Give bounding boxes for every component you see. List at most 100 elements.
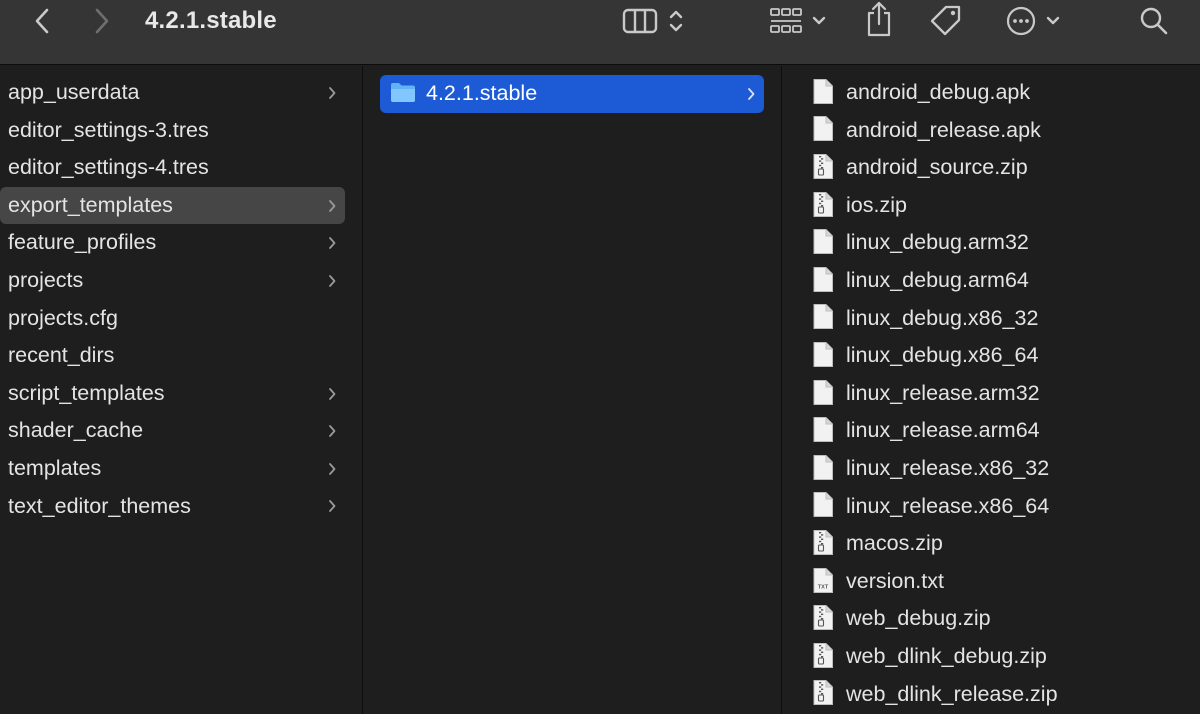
item-name: android_debug.apk [846, 80, 1031, 104]
item-name: android_source.zip [846, 155, 1028, 180]
txt-icon: TXT [813, 567, 833, 593]
file-row[interactable]: android_source.zip [782, 149, 1200, 187]
folder-row[interactable]: script_templates [0, 375, 345, 413]
toolbar: 4.2.1.stable [0, 0, 1200, 65]
document-icon [813, 492, 833, 518]
item-name: script_templates [8, 380, 165, 405]
ellipsis-circle-icon [1006, 6, 1036, 36]
document-icon [813, 304, 833, 330]
folder-row[interactable]: templates [0, 450, 345, 488]
document-icon [813, 78, 833, 104]
view-mode-button[interactable] [618, 4, 690, 38]
folder-row[interactable]: shader_cache [0, 412, 345, 450]
folder-row[interactable]: feature_profiles [0, 224, 345, 262]
more-actions-button[interactable] [1000, 4, 1066, 38]
file-row[interactable]: macos.zip [782, 525, 1200, 563]
item-name: templates [8, 455, 102, 480]
finder-window: 4.2.1.stable app_userdata editor_setting… [0, 0, 1200, 714]
file-row[interactable]: linux_release.x86_64 [782, 488, 1200, 526]
item-name: linux_debug.x86_32 [846, 305, 1039, 330]
file-row[interactable]: projects.cfg [0, 300, 345, 338]
disclosure-chevron [327, 488, 337, 526]
file-row[interactable]: linux_debug.x86_32 [782, 300, 1200, 338]
file-list: android_debug.apk android_release.apkandr… [782, 66, 1200, 713]
chevron-left-icon [35, 8, 49, 34]
column-view-icon [622, 8, 658, 34]
zip-icon [813, 529, 833, 555]
chevron-right-icon [329, 387, 336, 400]
item-name: shader_cache [8, 418, 144, 443]
zip-icon [813, 642, 833, 668]
tag-button[interactable] [926, 2, 966, 38]
item-name: editor_settings-4.tres [8, 155, 209, 180]
file-row[interactable]: TXT version.txt [782, 563, 1200, 601]
file-row[interactable]: linux_release.x86_32 [782, 450, 1200, 488]
document-icon [813, 379, 833, 405]
chevron-right-icon [95, 8, 109, 34]
search-button[interactable] [1136, 4, 1172, 38]
folder-row[interactable]: 4.2.1.stable [380, 75, 764, 113]
chevron-right-icon [748, 87, 755, 100]
group-button[interactable] [765, 4, 831, 38]
item-name: 4.2.1.stable [426, 81, 538, 105]
folder-row[interactable]: projects [0, 262, 345, 300]
item-name: version.txt [846, 568, 944, 593]
file-row[interactable]: editor_settings-3.tres [0, 112, 345, 150]
disclosure-chevron [327, 187, 337, 225]
folder-row[interactable]: text_editor_themes [0, 488, 345, 526]
document-icon [813, 454, 833, 480]
file-row[interactable]: editor_settings-4.tres [0, 149, 345, 187]
document-icon [813, 417, 833, 443]
file-row[interactable]: linux_debug.x86_64 [782, 337, 1200, 375]
item-name: feature_profiles [8, 230, 157, 255]
zip-icon [813, 191, 833, 217]
folder-row[interactable]: app_userdata [0, 74, 345, 112]
file-row[interactable]: recent_dirs [0, 337, 345, 375]
tag-icon [930, 5, 961, 36]
disclosure-chevron [327, 74, 337, 112]
file-row[interactable]: linux_debug.arm32 [782, 224, 1200, 262]
svg-text:TXT: TXT [818, 584, 829, 590]
item-name: app_userdata [8, 80, 140, 104]
file-row[interactable]: android_release.apk [782, 112, 1200, 150]
item-name: web_dlink_release.zip [846, 681, 1058, 706]
file-row[interactable]: android_debug.apk [782, 74, 1200, 112]
share-icon [867, 1, 891, 37]
chevron-right-icon [329, 86, 336, 99]
browser-column-2: 4.2.1.stable [363, 66, 782, 714]
disclosure-chevron [327, 375, 337, 413]
file-row[interactable]: linux_debug.arm64 [782, 262, 1200, 300]
back-button[interactable] [28, 4, 56, 38]
item-name: linux_debug.arm64 [846, 267, 1029, 292]
item-name: linux_release.arm32 [846, 380, 1040, 405]
item-name: ios.zip [846, 192, 907, 217]
browser-column-1: app_userdata editor_settings-3.treseditor… [0, 66, 363, 714]
zip-icon [813, 680, 833, 706]
item-name: projects [8, 267, 84, 292]
item-name: export_templates [8, 192, 173, 217]
file-row[interactable]: ios.zip [782, 187, 1200, 225]
folder-row[interactable]: export_templates [0, 186, 345, 225]
disclosure-chevron [327, 450, 337, 488]
file-row[interactable]: web_dlink_debug.zip [782, 638, 1200, 676]
file-row[interactable]: web_debug.zip [782, 600, 1200, 638]
forward-button[interactable] [88, 4, 116, 38]
item-name: android_release.apk [846, 117, 1041, 142]
file-row[interactable]: linux_release.arm32 [782, 375, 1200, 413]
item-name: projects.cfg [8, 305, 118, 330]
chevron-down-icon [812, 16, 826, 25]
file-row[interactable]: web_dlink_release.zip [782, 676, 1200, 714]
disclosure-chevron [327, 262, 337, 300]
grid-icon [770, 8, 802, 33]
disclosure-chevron [746, 75, 756, 113]
file-row[interactable]: linux_release.arm64 [782, 412, 1200, 450]
window-title: 4.2.1.stable [145, 7, 277, 34]
document-icon [813, 266, 833, 292]
share-button[interactable] [862, 0, 896, 38]
document-icon [813, 229, 833, 255]
item-name: web_dlink_debug.zip [846, 643, 1047, 668]
folder-icon [391, 83, 415, 103]
chevron-right-icon [329, 425, 336, 438]
updown-chevron-icon [669, 10, 683, 32]
file-list: app_userdata editor_settings-3.treseditor… [0, 66, 362, 525]
